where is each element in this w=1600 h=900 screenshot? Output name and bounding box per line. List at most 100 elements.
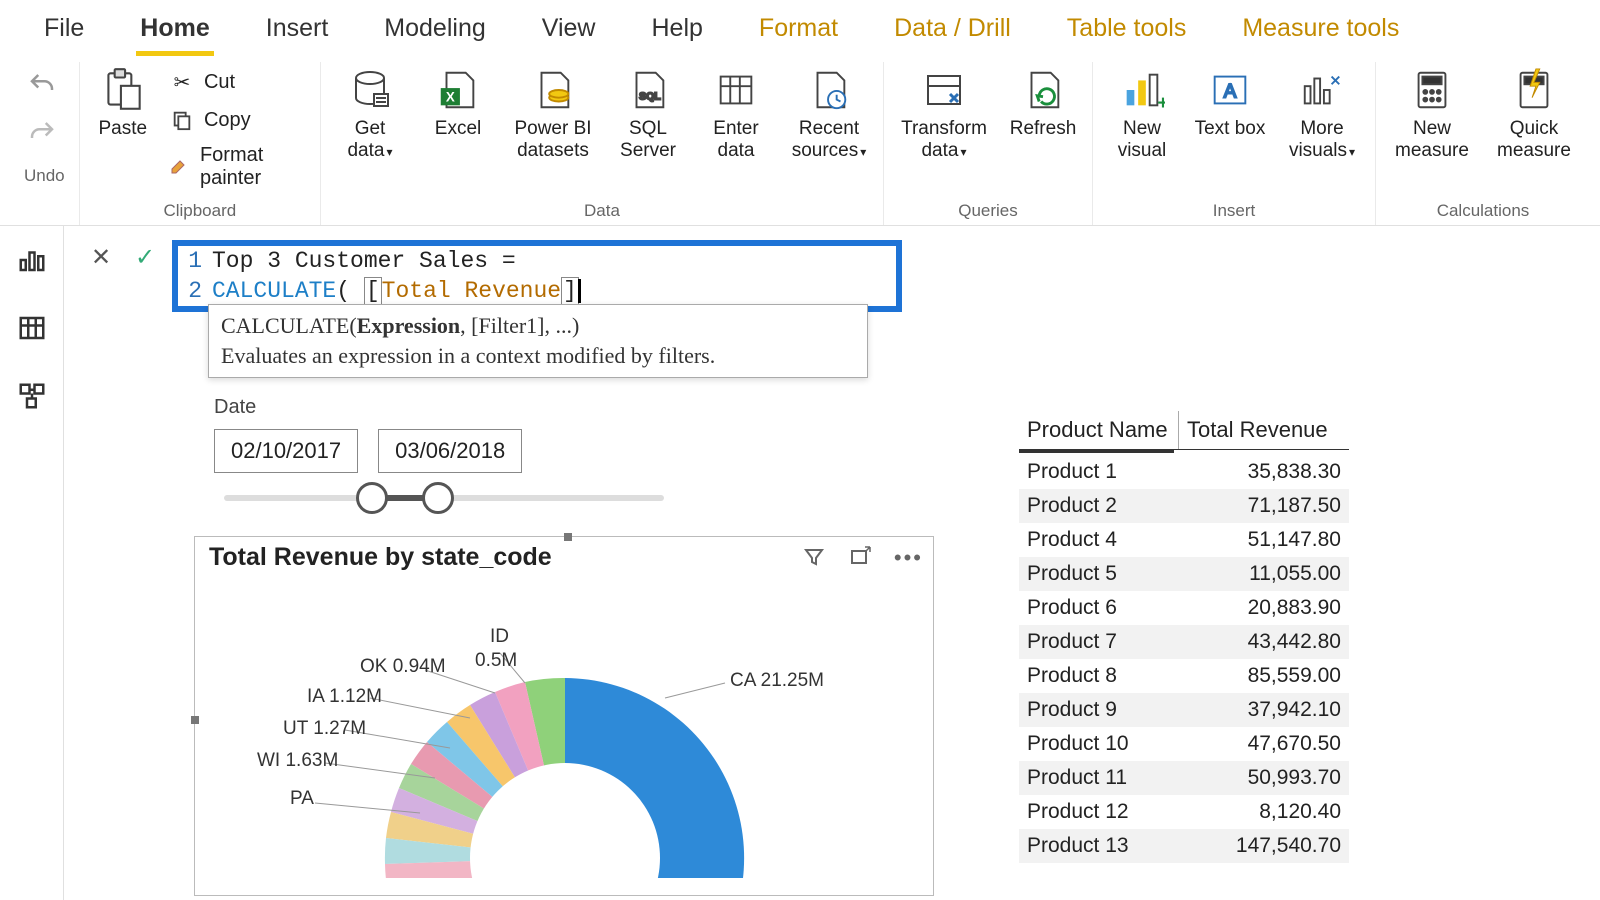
tab-format[interactable]: Format — [755, 8, 842, 56]
new-measure-button[interactable]: New measure — [1384, 62, 1480, 164]
cut-label: Cut — [204, 71, 235, 94]
table-header-revenue[interactable]: Total Revenue — [1179, 411, 1349, 449]
tooltip-sig-bold: Expression — [357, 313, 461, 338]
table-visual[interactable]: Product Name Total Revenue Product 135,8… — [1019, 411, 1349, 863]
svg-text:SQL: SQL — [639, 91, 661, 103]
undo-icon[interactable] — [27, 70, 61, 104]
paste-label: Paste — [99, 118, 148, 140]
cell-product-name: Product 10 — [1019, 727, 1179, 761]
table-row[interactable]: Product 511,055.00 — [1019, 557, 1349, 591]
filter-icon[interactable] — [802, 545, 826, 571]
table-row[interactable]: Product 885,559.00 — [1019, 659, 1349, 693]
tab-table-tools[interactable]: Table tools — [1063, 8, 1191, 56]
format-painter-button[interactable]: Format painter — [164, 142, 312, 192]
database-icon — [344, 64, 396, 116]
sql-server-button[interactable]: SQLSQL Server — [607, 62, 689, 164]
text-box-button[interactable]: AText box — [1189, 62, 1271, 142]
formula-cancel-button[interactable]: ✕ — [84, 240, 118, 274]
table-header-name[interactable]: Product Name — [1019, 411, 1179, 449]
visual-title: Total Revenue by state_code — [205, 543, 802, 572]
pie-label-ia: IA 1.12M — [307, 686, 382, 708]
tab-measure-tools[interactable]: Measure tools — [1238, 8, 1403, 56]
tab-insert[interactable]: Insert — [262, 8, 333, 56]
date-start-input[interactable]: 02/10/2017 — [214, 429, 358, 473]
cell-revenue: 147,540.70 — [1179, 829, 1349, 863]
cell-product-name: Product 8 — [1019, 659, 1179, 693]
table-row[interactable]: Product 1047,670.50 — [1019, 727, 1349, 761]
cell-revenue: 35,838.30 — [1179, 455, 1349, 489]
formula-bar[interactable]: 1Top 3 Customer Sales = 2CALCULATE( [Tot… — [172, 240, 902, 312]
tab-home[interactable]: Home — [136, 8, 213, 56]
svg-text:A: A — [1224, 82, 1237, 103]
tab-help[interactable]: Help — [648, 8, 707, 56]
tab-modeling[interactable]: Modeling — [380, 8, 489, 56]
data-view-button[interactable] — [12, 308, 52, 348]
transform-icon — [918, 64, 970, 116]
more-visuals-icon — [1296, 64, 1348, 116]
tab-file[interactable]: File — [40, 8, 88, 56]
focus-mode-icon[interactable] — [848, 545, 872, 571]
table-row[interactable]: Product 1150,993.70 — [1019, 761, 1349, 795]
pbi-datasets-button[interactable]: Power BI datasets — [505, 62, 601, 164]
get-data-button[interactable]: Get data▾ — [329, 62, 411, 164]
refresh-label: Refresh — [1010, 118, 1077, 140]
cell-revenue: 50,993.70 — [1179, 761, 1349, 795]
textbox-icon: A — [1204, 64, 1256, 116]
table-row[interactable]: Product 620,883.90 — [1019, 591, 1349, 625]
table-row[interactable]: Product 743,442.80 — [1019, 625, 1349, 659]
table-row[interactable]: Product 271,187.50 — [1019, 489, 1349, 523]
report-view-button[interactable] — [12, 240, 52, 280]
get-data-label: Get data — [347, 118, 385, 161]
paste-button[interactable]: Paste — [88, 62, 158, 142]
cell-product-name: Product 2 — [1019, 489, 1179, 523]
copy-button[interactable]: Copy — [164, 104, 312, 136]
date-slicer[interactable]: Date 02/10/2017 03/06/2018 — [214, 396, 674, 501]
transform-data-button[interactable]: Transform data▾ — [892, 62, 996, 164]
model-view-button[interactable] — [12, 376, 52, 416]
transform-label: Transform data — [901, 118, 987, 161]
new-visual-label: New visual — [1103, 118, 1181, 162]
table-row[interactable]: Product 128,120.40 — [1019, 795, 1349, 829]
cut-button[interactable]: ✂ Cut — [164, 66, 312, 98]
tab-data-drill[interactable]: Data / Drill — [890, 8, 1015, 56]
table-row[interactable]: Product 135,838.30 — [1019, 455, 1349, 489]
redo-icon[interactable] — [27, 118, 61, 152]
date-end-input[interactable]: 03/06/2018 — [378, 429, 522, 473]
enter-data-button[interactable]: Enter data — [695, 62, 777, 164]
more-options-icon[interactable]: ••• — [894, 545, 923, 571]
slider-handle-start[interactable] — [356, 482, 388, 514]
cell-product-name: Product 7 — [1019, 625, 1179, 659]
date-slider[interactable] — [224, 495, 664, 501]
refresh-button[interactable]: Refresh — [1002, 62, 1084, 142]
tab-view[interactable]: View — [538, 8, 600, 56]
quick-measure-button[interactable]: Quick measure — [1486, 62, 1582, 164]
table-row[interactable]: Product 13147,540.70 — [1019, 829, 1349, 863]
recent-sources-label: Recent sources — [792, 118, 859, 161]
queries-group-label: Queries — [958, 198, 1018, 225]
cell-product-name: Product 5 — [1019, 557, 1179, 591]
new-visual-button[interactable]: +New visual — [1101, 62, 1183, 164]
cell-revenue: 71,187.50 — [1179, 489, 1349, 523]
cell-product-name: Product 12 — [1019, 795, 1179, 829]
cell-product-name: Product 13 — [1019, 829, 1179, 863]
cell-product-name: Product 11 — [1019, 761, 1179, 795]
more-visuals-button[interactable]: More visuals▾ — [1277, 62, 1367, 164]
pie-label-wi: WI 1.63M — [257, 750, 338, 772]
copy-label: Copy — [204, 109, 251, 132]
brush-icon — [168, 153, 192, 181]
scissors-icon: ✂ — [168, 68, 196, 96]
recent-sources-button[interactable]: Recent sources▾ — [783, 62, 875, 164]
pie-chart-visual[interactable]: Total Revenue by state_code ••• — [194, 536, 934, 896]
table-row[interactable]: Product 451,147.80 — [1019, 523, 1349, 557]
tooltip-sig-post: , [Filter1], ...) — [460, 313, 579, 338]
excel-button[interactable]: XExcel — [417, 62, 499, 142]
table-row[interactable]: Product 937,942.10 — [1019, 693, 1349, 727]
quick-measure-label: Quick measure — [1488, 118, 1580, 162]
slider-handle-end[interactable] — [422, 482, 454, 514]
cell-revenue: 47,670.50 — [1179, 727, 1349, 761]
formula-commit-button[interactable]: ✓ — [128, 240, 162, 274]
report-canvas: Inc ✕ ✓ 1Top 3 Customer Sales = 2CALCULA… — [64, 226, 1600, 900]
paste-icon — [97, 64, 149, 116]
cell-revenue: 20,883.90 — [1179, 591, 1349, 625]
pie-label-ca: CA 21.25M — [730, 670, 824, 692]
